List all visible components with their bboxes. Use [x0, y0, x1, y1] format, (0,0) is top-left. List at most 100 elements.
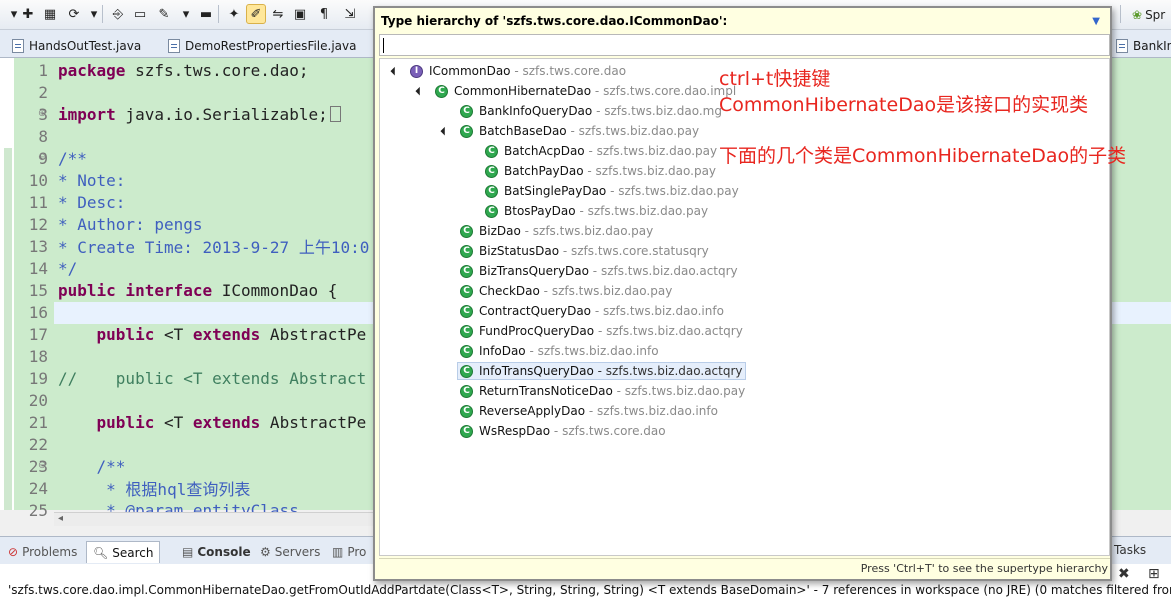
- hierarchy-node[interactable]: C BatchBaseDao - szfs.tws.biz.dao.pay: [460, 122, 699, 140]
- type-name: BatSinglePayDao: [504, 184, 607, 198]
- hierarchy-node[interactable]: C BizTransQueryDao - szfs.tws.biz.dao.act…: [460, 262, 738, 280]
- editor-tab-handsouttest[interactable]: HandsOutTest.java: [4, 34, 149, 58]
- hierarchy-node[interactable]: C CheckDao - szfs.tws.biz.dao.pay: [460, 282, 672, 300]
- class-icon: C: [485, 164, 498, 178]
- chevron-left-icon[interactable]: ◂: [58, 513, 63, 524]
- hierarchy-node[interactable]: C BatchPayDao - szfs.tws.biz.dao.pay: [485, 162, 716, 180]
- horizontal-scrollbar[interactable]: ◂: [54, 512, 374, 526]
- tab-label: BankInfo: [1133, 39, 1171, 53]
- package-name: - szfs.tws.biz.dao.mg: [592, 104, 722, 118]
- show-whitespace-icon[interactable]: ¶: [314, 4, 334, 24]
- hierarchy-node[interactable]: C BizStatusDao - szfs.tws.core.statusqry: [460, 242, 709, 260]
- hierarchy-node[interactable]: C BatchAcpDao - szfs.tws.biz.dao.pay: [485, 142, 717, 160]
- tab-tasks[interactable]: Tasks: [1114, 543, 1146, 557]
- chevron-down-icon[interactable]: ▾: [84, 4, 104, 24]
- expand-all-icon[interactable]: ⊞: [1148, 566, 1160, 582]
- fold-collapse-icon[interactable]: ⊖: [38, 460, 46, 471]
- hierarchy-node[interactable]: C ContractQueryDao - szfs.tws.biz.dao.inf…: [460, 302, 724, 320]
- code-token: package: [58, 60, 126, 80]
- package-name: - szfs.tws.biz.dao.pay: [566, 124, 700, 138]
- code-token: public: [58, 324, 155, 344]
- fold-expand-icon[interactable]: ⊕: [38, 108, 46, 119]
- package-name: - szfs.tws.core.dao.impl: [591, 84, 737, 98]
- hierarchy-node[interactable]: C FundProcQueryDao - szfs.tws.biz.dao.act…: [460, 322, 743, 340]
- tab-console[interactable]: ▤ Console: [176, 541, 257, 563]
- open-folder-icon[interactable]: ▭: [130, 4, 150, 24]
- tab-servers[interactable]: ⚙ Servers: [254, 541, 326, 563]
- tab-problems[interactable]: ⊘ Problems: [2, 541, 83, 563]
- highlight-icon[interactable]: ✐: [246, 4, 266, 24]
- code-line: * Note:: [58, 169, 125, 191]
- hierarchy-node[interactable]: C BatSinglePayDao - szfs.tws.biz.dao.pay: [485, 182, 739, 200]
- spring-icon: ❀: [1132, 8, 1143, 22]
- code-token: * Note:: [58, 170, 126, 190]
- code-line: * Author: pengs: [58, 213, 203, 235]
- hierarchy-node[interactable]: C BankInfoQueryDao - szfs.tws.biz.dao.mg: [460, 102, 722, 120]
- refresh-icon[interactable]: ⟳: [64, 4, 84, 24]
- code-token: ICommonDao {: [212, 280, 338, 300]
- hierarchy-node[interactable]: C ReverseApplyDao - szfs.tws.biz.dao.info: [460, 402, 718, 420]
- type-name: BankInfoQueryDao: [479, 104, 593, 118]
- editor-tab-bankinfo[interactable]: BankInfo: [1108, 34, 1171, 58]
- folder-icon[interactable]: ▬: [196, 4, 216, 24]
- line-number: 8: [38, 126, 48, 146]
- package-name: - szfs.tws.biz.dao.info: [585, 404, 718, 418]
- tab-progress[interactable]: ▥ Pro: [326, 541, 372, 563]
- toolbar-separator: [102, 5, 103, 23]
- code-token: <T: [154, 412, 193, 432]
- code-line: * 根据hql查询列表: [58, 477, 250, 499]
- hierarchy-node[interactable]: C InfoDao - szfs.tws.biz.dao.info: [460, 342, 659, 360]
- view-menu-chevron-down-icon[interactable]: ▼: [1092, 16, 1100, 27]
- line-number: 25: [28, 500, 48, 520]
- popup-title: Type hierarchy of 'szfs.tws.core.dao.ICo…: [381, 14, 728, 28]
- tab-search[interactable]: 🔍︎ Search: [86, 541, 161, 563]
- mark-occurrences-icon[interactable]: ⇋: [268, 4, 288, 24]
- tree-expand-toggle-icon[interactable]: ◢: [440, 126, 451, 137]
- annotation-shortcut: ctrl+t快捷键: [719, 68, 831, 90]
- block-selection-icon[interactable]: ▣: [290, 4, 310, 24]
- hierarchy-node[interactable]: C WsRespDao - szfs.tws.core.dao: [460, 422, 666, 440]
- hierarchy-node[interactable]: C BtosPayDao - szfs.tws.biz.dao.pay: [485, 202, 708, 220]
- wand-icon[interactable]: ✎: [154, 4, 174, 24]
- type-name: BatchBaseDao: [479, 124, 567, 138]
- hierarchy-node[interactable]: C BizDao - szfs.tws.biz.dao.pay: [460, 222, 653, 240]
- popup-footer: Press 'Ctrl+T' to see the supertype hier…: [379, 558, 1110, 578]
- hierarchy-node[interactable]: C InfoTransQueryDao - szfs.tws.biz.dao.ac…: [457, 362, 746, 380]
- new-package-icon[interactable]: ▦: [40, 4, 60, 24]
- perspective-label: Spr: [1145, 8, 1166, 22]
- code-line: public <T extends AbstractPe: [58, 323, 367, 345]
- java-file-icon: [168, 39, 180, 53]
- filter-input[interactable]: [379, 34, 1110, 56]
- next-annotation-icon[interactable]: ⇲: [340, 4, 360, 24]
- hierarchy-node[interactable]: I ICommonDao - szfs.tws.core.dao: [410, 62, 626, 80]
- type-name: FundProcQueryDao: [479, 324, 595, 338]
- hierarchy-node[interactable]: C CommonHibernateDao - szfs.tws.core.dao.…: [435, 82, 736, 100]
- chevron-down-icon[interactable]: ▾: [176, 4, 196, 24]
- pin-icon[interactable]: ✦: [224, 4, 244, 24]
- package-name: - szfs.tws.biz.dao.info: [591, 304, 724, 318]
- code-line: * Create Time: 2013-9-27 上午10:0: [58, 235, 369, 257]
- new-java-project-icon[interactable]: ✚: [18, 4, 38, 24]
- cancel-search-icon[interactable]: ✖: [1118, 566, 1130, 582]
- code-token: /**: [58, 456, 126, 476]
- fold-collapse-icon[interactable]: ⊖: [38, 152, 46, 163]
- folded-import-box-icon[interactable]: [329, 106, 341, 122]
- hierarchy-node[interactable]: C ReturnTransNoticeDao - szfs.tws.biz.dao…: [460, 382, 745, 400]
- package-name: - szfs.tws.biz.dao.pay: [583, 164, 717, 178]
- hierarchy-tree[interactable]: ◢ I ICommonDao - szfs.tws.core.dao ◢ C Common…: [379, 58, 1110, 556]
- java-file-icon: [1116, 39, 1128, 53]
- code-token: * Author: pengs: [58, 214, 203, 234]
- editor-tab-demorest[interactable]: DemoRestPropertiesFile.java: [160, 34, 364, 58]
- class-icon: C: [460, 404, 473, 418]
- code-token: <T: [154, 324, 193, 344]
- type-name: CommonHibernateDao: [454, 84, 592, 98]
- package-name: - szfs.tws.biz.dao.pay: [575, 204, 709, 218]
- line-number: 10: [28, 170, 48, 190]
- toolbar-separator: [218, 5, 219, 23]
- code-line: package szfs.tws.core.dao;: [58, 59, 308, 81]
- tree-expand-toggle-icon[interactable]: ◢: [415, 86, 426, 97]
- spring-perspective[interactable]: ❀ Spr: [1132, 4, 1165, 26]
- line-number: 13: [28, 236, 48, 256]
- open-type-icon[interactable]: ⎆: [108, 4, 128, 24]
- tree-expand-toggle-icon[interactable]: ◢: [390, 66, 401, 77]
